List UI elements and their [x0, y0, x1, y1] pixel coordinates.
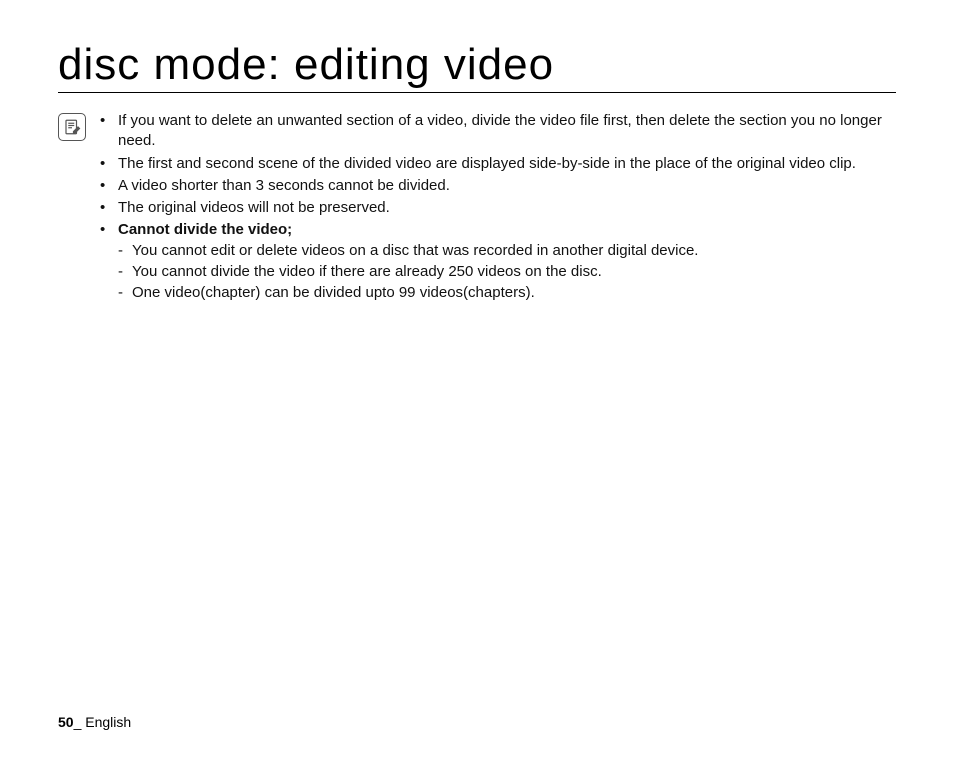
sub-bullet-text: You cannot edit or delete videos on a di… — [132, 242, 698, 259]
bullet-item: A video shorter than 3 seconds cannot be… — [100, 176, 896, 196]
bullet-item: The original videos will not be preserve… — [100, 198, 896, 218]
note-bullet-list: If you want to delete an unwanted sectio… — [100, 111, 896, 305]
sub-bullet-item: You cannot edit or delete videos on a di… — [118, 241, 896, 261]
page-footer: 50_ English — [58, 714, 131, 730]
bullet-text: The original videos will not be preserve… — [118, 199, 390, 216]
footer-language: English — [85, 714, 131, 730]
sub-bullet-text: One video(chapter) can be divided upto 9… — [132, 284, 535, 301]
bullet-text: A video shorter than 3 seconds cannot be… — [118, 177, 450, 194]
page-title: disc mode: editing video — [58, 40, 896, 93]
sub-bullet-item: You cannot divide the video if there are… — [118, 262, 896, 282]
bullet-text-bold: Cannot divide the video; — [118, 221, 292, 238]
manual-page: disc mode: editing video If you want to … — [0, 0, 954, 766]
bullet-text: If you want to delete an unwanted sectio… — [118, 112, 882, 149]
edit-note-icon — [58, 113, 86, 141]
sub-bullet-list: You cannot edit or delete videos on a di… — [118, 241, 896, 304]
page-number: 50 — [58, 714, 74, 730]
bullet-text: The first and second scene of the divide… — [118, 155, 856, 172]
bullet-item: If you want to delete an unwanted sectio… — [100, 111, 896, 152]
sub-bullet-item: One video(chapter) can be divided upto 9… — [118, 283, 896, 303]
bullet-item: The first and second scene of the divide… — [100, 154, 896, 174]
note-block: If you want to delete an unwanted sectio… — [58, 111, 896, 305]
footer-separator: _ — [74, 714, 86, 730]
bullet-item: Cannot divide the video; You cannot edit… — [100, 220, 896, 303]
sub-bullet-text: You cannot divide the video if there are… — [132, 263, 602, 280]
